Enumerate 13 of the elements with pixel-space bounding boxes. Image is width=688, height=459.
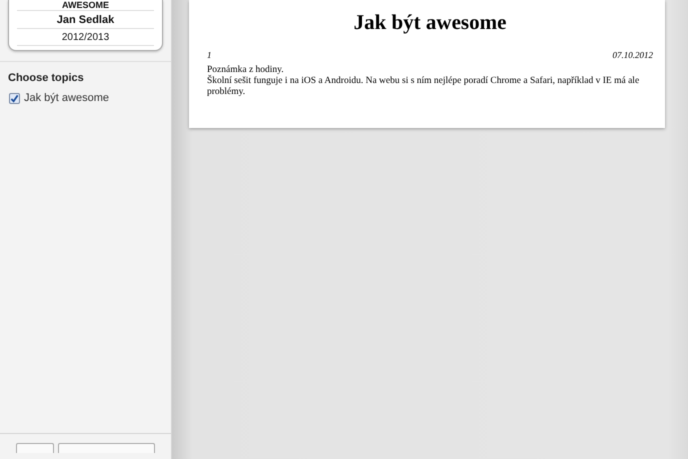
card-line: Jan Sedlak bbox=[17, 11, 154, 29]
page-date: 07.10.2012 bbox=[612, 50, 653, 60]
topics-heading: Choose topics bbox=[8, 72, 85, 84]
toolbar-button[interactable] bbox=[16, 443, 54, 453]
checkbox[interactable] bbox=[9, 92, 20, 104]
note-paragraph: Poznámka z hodiny. bbox=[207, 65, 285, 75]
card-line: AWESOME bbox=[17, 0, 154, 11]
page-title: Jak být awesome bbox=[352, 10, 508, 35]
card-line: 2012/2013 bbox=[17, 29, 154, 46]
toolbar-button[interactable] bbox=[58, 443, 155, 453]
note-paragraph: Školní sešit funguje i na iOS a Androidu. Na webu si s ním nejlépe poradí Chrome a Safari, například v IE má ale problémy. bbox=[207, 76, 640, 98]
topic-item[interactable]: Jak být awesome bbox=[9, 92, 171, 104]
page-number: 1 bbox=[207, 50, 212, 60]
